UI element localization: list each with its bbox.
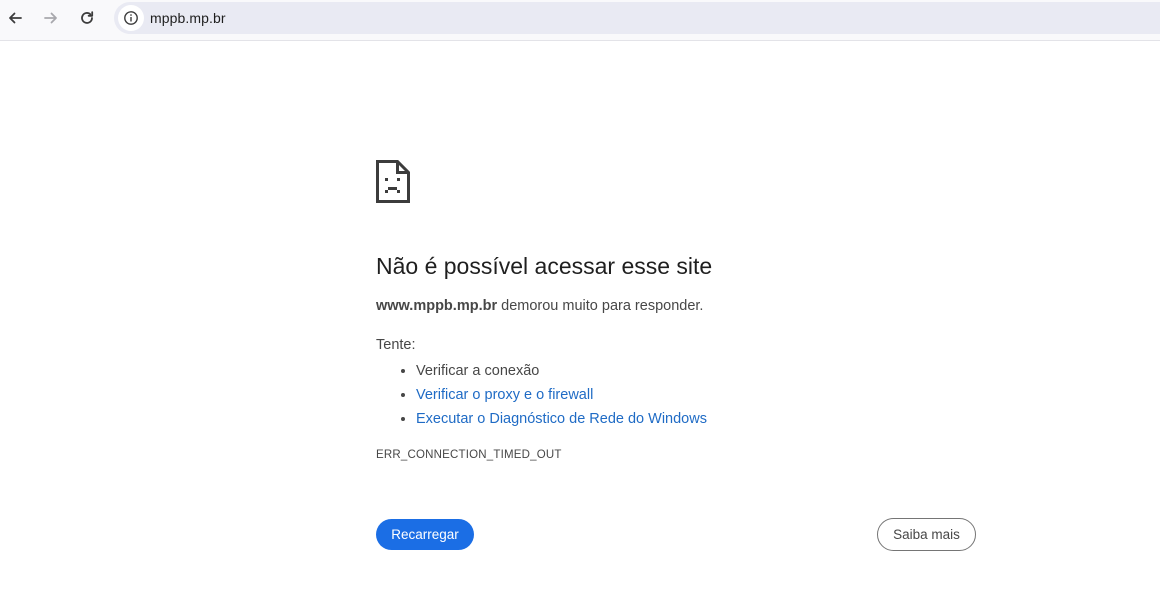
suggestions-list: Verificar a conexão Verificar o proxy e …	[376, 359, 707, 431]
sad-document-icon	[376, 160, 410, 203]
suggestion-check-proxy-link[interactable]: Verificar o proxy e o firewall	[416, 387, 593, 403]
suggestion-item: Verificar a conexão	[416, 359, 707, 383]
reload-icon	[81, 11, 94, 24]
site-info-button[interactable]	[118, 5, 144, 31]
suggestion-item: Executar o Diagnóstico de Rede do Window…	[416, 407, 707, 431]
error-summary-text: demorou muito para responder.	[497, 298, 704, 314]
arrow-left-icon	[9, 12, 22, 24]
error-summary: www.mppb.mp.br demorou muito para respon…	[376, 298, 703, 314]
forward-button[interactable]	[38, 5, 64, 31]
back-button[interactable]	[2, 5, 28, 31]
suggestion-item: Verificar o proxy e o firewall	[416, 383, 707, 407]
page-title: Não é possível acessar esse site	[376, 253, 713, 279]
reload-button[interactable]	[74, 5, 100, 31]
error-code: ERR_CONNECTION_TIMED_OUT	[376, 449, 562, 461]
reload-page-button[interactable]: Recarregar	[376, 519, 474, 550]
address-bar[interactable]: mppb.mp.br	[114, 2, 1160, 34]
browser-toolbar: mppb.mp.br	[0, 0, 1160, 41]
suggestions-label: Tente:	[376, 337, 416, 353]
details-button[interactable]: Saiba mais	[877, 518, 976, 551]
arrow-right-icon	[44, 12, 57, 24]
suggestion-check-connection: Verificar a conexão	[416, 363, 540, 379]
suggestion-network-diagnostics-link[interactable]: Executar o Diagnóstico de Rede do Window…	[416, 411, 707, 427]
info-icon	[124, 11, 138, 25]
error-host: www.mppb.mp.br	[376, 298, 498, 314]
url-text[interactable]: mppb.mp.br	[150, 10, 226, 26]
